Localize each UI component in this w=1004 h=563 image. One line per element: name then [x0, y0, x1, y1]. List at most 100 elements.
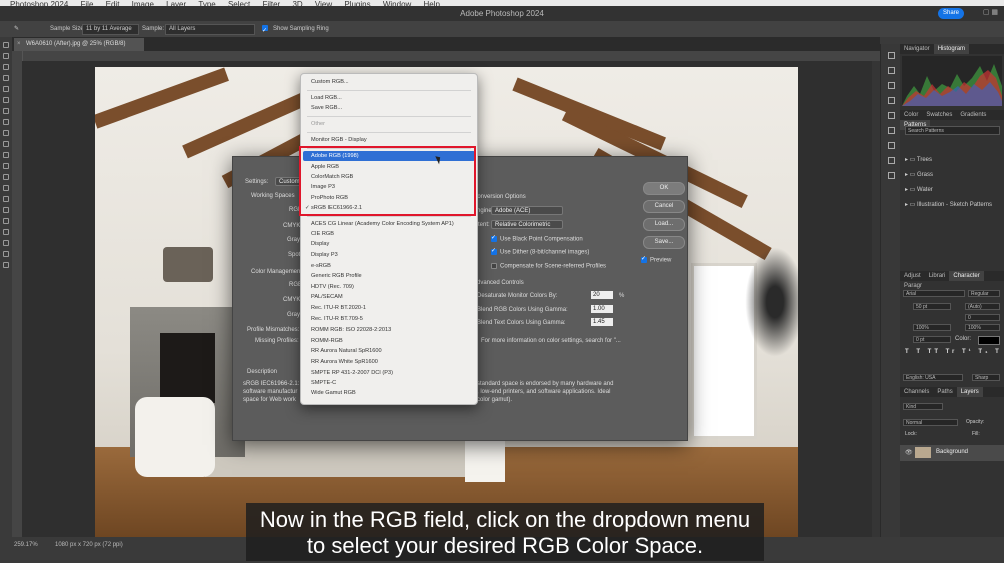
pattern-folder[interactable]: ▸ ▭ Trees [905, 156, 932, 163]
preview-checkbox[interactable]: Preview [641, 255, 671, 264]
language-select[interactable]: English: USA [903, 374, 963, 381]
leading-field[interactable]: (Auto) [965, 303, 1000, 310]
blend-mode-select[interactable]: Normal [903, 419, 958, 426]
lasso-tool-icon[interactable] [3, 64, 9, 70]
zoom-level[interactable]: 259.17% [14, 542, 38, 548]
menu-item[interactable]: Custom RGB... [311, 79, 349, 85]
layer-row[interactable]: 👁 Background [900, 445, 1004, 461]
menu-item[interactable]: Wide Gamut RGB [311, 390, 356, 396]
tab-layers[interactable]: Layers [956, 387, 983, 397]
paragraph-icon[interactable] [887, 157, 895, 164]
save-button[interactable]: Save... [643, 236, 685, 249]
engine-select[interactable]: Adobe (ACE) [491, 206, 563, 215]
pattern-folder[interactable]: ▸ ▭ Illustration - Sketch Patterns [905, 201, 992, 208]
play-icon[interactable] [887, 67, 895, 74]
blend-rgb-input[interactable]: 1.00 [591, 305, 613, 313]
dither-checkbox[interactable]: Use Dither (8-bit/channel images) [491, 247, 589, 256]
desaturate-input[interactable]: 20 [591, 291, 613, 299]
close-icon[interactable]: × [17, 38, 21, 51]
menu-item[interactable]: Display P3 [311, 252, 338, 258]
tab-swatches[interactable]: Swatches [922, 110, 956, 120]
pattern-folder[interactable]: ▸ ▭ Water [905, 186, 933, 193]
zoom-tool-icon[interactable] [3, 262, 9, 268]
tab-color[interactable]: Color [900, 110, 922, 120]
pattern-folder[interactable]: ▸ ▭ Grass [905, 171, 933, 178]
shape-tool-icon[interactable] [3, 240, 9, 246]
menu-item[interactable]: e-sRGB [311, 263, 331, 269]
sample-size-select[interactable]: 11 by 11 Average [82, 24, 139, 35]
menu-item[interactable]: ROMM-RGB [311, 338, 343, 344]
crop-tool-icon[interactable] [3, 86, 9, 92]
tab-navigator[interactable]: Navigator [900, 44, 934, 54]
stamp-tool-icon[interactable] [3, 141, 9, 147]
eraser-tool-icon[interactable] [3, 163, 9, 169]
horizontal-scale-field[interactable]: 100% [965, 324, 1000, 331]
tab-gradients[interactable]: Gradients [956, 110, 990, 120]
menu-item[interactable]: HDTV (Rec. 709) [311, 284, 354, 290]
layer-filter-select[interactable]: Kind [903, 403, 943, 410]
menu-item[interactable]: Generic RGB Profile [311, 273, 362, 279]
hand-tool-icon[interactable] [3, 251, 9, 257]
document-tab[interactable]: × W6A0610 (After).jpg @ 25% (RGB/8) [14, 38, 144, 51]
menu-item[interactable]: RR Aurora Natural SpR1600 [311, 348, 382, 354]
canvas-scrollbar[interactable] [872, 61, 880, 537]
black-point-checkbox[interactable]: Use Black Point Compensation [491, 234, 583, 243]
compensate-checkbox[interactable]: Compensate for Scene-referred Profiles [491, 263, 606, 270]
history-brush-icon[interactable] [3, 152, 9, 158]
tab-character[interactable]: Character [949, 271, 984, 281]
sample-select[interactable]: All Layers [165, 24, 255, 35]
window-controls[interactable]: ▢ ▦ [983, 8, 998, 16]
visibility-icon[interactable]: 👁 [905, 449, 913, 456]
move-tool-icon[interactable] [3, 42, 9, 48]
info-icon[interactable] [887, 127, 895, 134]
baseline-field[interactable]: 0 pt [913, 336, 951, 343]
brush-tool-icon[interactable] [3, 130, 9, 136]
menu-item[interactable]: ACES CG Linear (Academy Color Encoding S… [311, 221, 454, 227]
marquee-tool-icon[interactable] [3, 53, 9, 59]
cancel-button[interactable]: Cancel [643, 200, 685, 213]
tab-libraries[interactable]: Librari [925, 271, 950, 281]
intent-select[interactable]: Relative Colorimetric [491, 220, 563, 229]
blend-text-input[interactable]: 1.45 [591, 318, 613, 326]
healing-tool-icon[interactable] [3, 119, 9, 125]
history-icon[interactable] [887, 52, 895, 59]
font-style-select[interactable]: Regular [968, 290, 1000, 297]
share-button[interactable]: Share [938, 8, 964, 19]
pen-tool-icon[interactable] [3, 207, 9, 213]
menu-item[interactable]: Load RGB... [311, 95, 342, 101]
menu-item[interactable]: SMPTE-C [311, 380, 336, 386]
font-size-field[interactable]: 50 pt [913, 303, 951, 310]
type-tool-icon[interactable] [3, 218, 9, 224]
tab-paths[interactable]: Paths [933, 387, 956, 397]
text-style-buttons[interactable]: T T TT Tr T¹ T₁ T [905, 349, 1002, 355]
path-select-icon[interactable] [3, 229, 9, 235]
menu-item[interactable]: SMPTE RP 431-2-2007 DCI (P3) [311, 370, 393, 376]
tracking-field[interactable]: 0 [965, 314, 1000, 321]
menu-item-monitor[interactable]: Monitor RGB - Display [311, 137, 367, 143]
antialias-select[interactable]: Sharp [972, 374, 1000, 381]
menu-item[interactable]: Save RGB... [311, 105, 342, 111]
menu-item[interactable]: ROMM RGB: ISO 22028-2:2013 [311, 327, 391, 333]
swatches-icon[interactable] [887, 142, 895, 149]
properties-icon[interactable] [887, 82, 895, 89]
load-button[interactable]: Load... [643, 218, 685, 231]
gradient-tool-icon[interactable] [3, 174, 9, 180]
dodge-tool-icon[interactable] [3, 196, 9, 202]
ok-button[interactable]: OK [643, 182, 685, 195]
menu-item[interactable]: Display [311, 241, 329, 247]
patterns-search-input[interactable]: Search Patterns [905, 126, 1000, 135]
tab-channels[interactable]: Channels [900, 387, 933, 397]
brush-settings-icon[interactable] [887, 97, 895, 104]
tab-adjustments[interactable]: Adjust [900, 271, 925, 281]
menu-item[interactable]: PAL/SECAM [311, 294, 343, 300]
object-select-tool-icon[interactable] [3, 75, 9, 81]
menu-item[interactable]: Rec. ITU-R BT.709-5 [311, 316, 363, 322]
eyedropper-icon[interactable]: ✎ [14, 21, 19, 37]
vertical-scale-field[interactable]: 100% [913, 324, 951, 331]
text-color-swatch[interactable] [978, 336, 1000, 345]
eyedropper-tool-icon[interactable] [3, 108, 9, 114]
glyphs-icon[interactable] [887, 172, 895, 179]
menu-item[interactable]: CIE RGB [311, 231, 334, 237]
frame-tool-icon[interactable] [3, 97, 9, 103]
menu-item[interactable]: RR Aurora White SpR1600 [311, 359, 378, 365]
